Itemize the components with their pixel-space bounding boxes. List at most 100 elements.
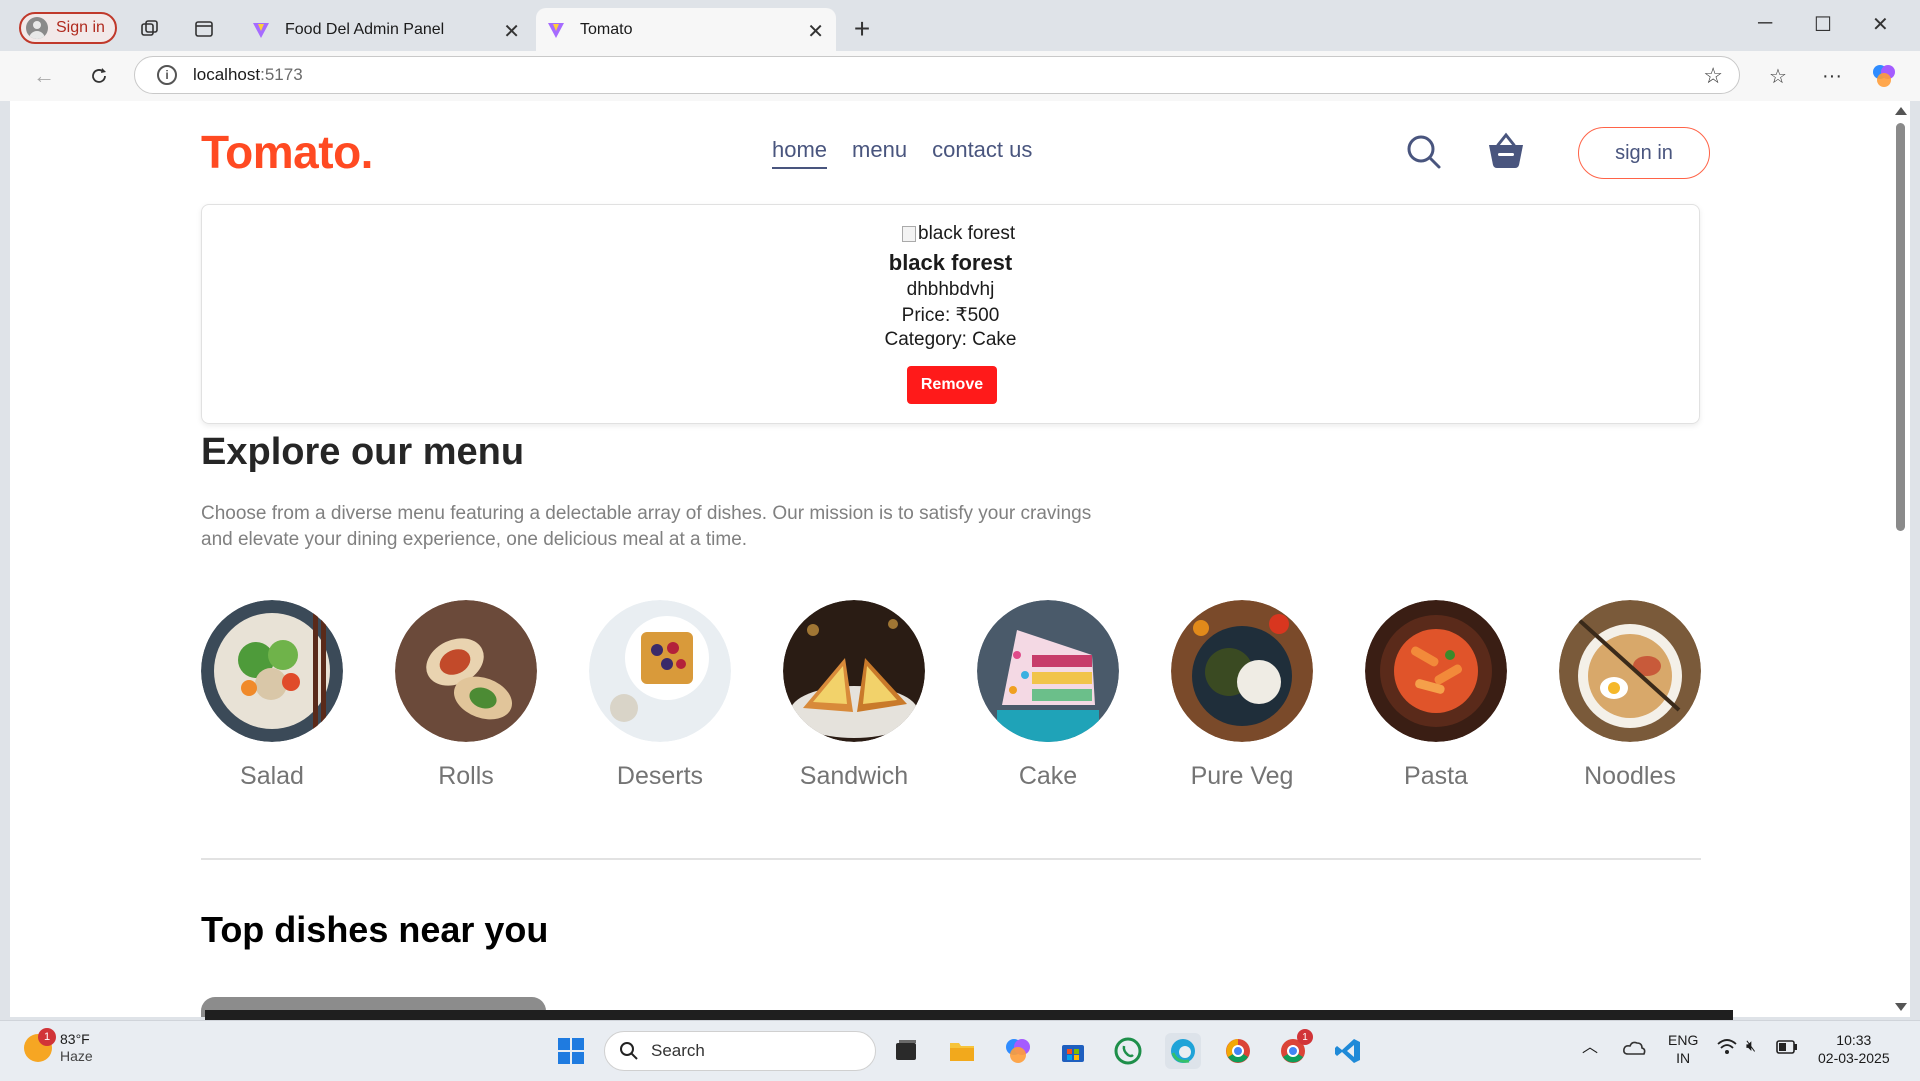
tab-actions-icon[interactable] xyxy=(190,15,218,43)
address-bar[interactable]: i localhost:5173 ☆ xyxy=(134,56,1740,94)
windows-start-icon[interactable] xyxy=(553,1033,589,1069)
menu-item-sandwich[interactable]: Sandwich xyxy=(783,600,925,791)
menu-item-label: Deserts xyxy=(616,762,704,790)
explore-description: Choose from a diverse menu featuring a d… xyxy=(201,503,1092,550)
weather-widget[interactable]: 1 83°F Haze xyxy=(24,1028,93,1065)
vite-favicon-icon xyxy=(253,22,269,38)
menu-item-label: Salad xyxy=(240,762,304,790)
reload-icon[interactable] xyxy=(85,62,113,90)
copilot-taskbar-icon[interactable] xyxy=(1000,1033,1036,1069)
cake-image xyxy=(977,600,1119,742)
url-host: localhost xyxy=(193,65,261,84)
menu-item-label: Noodles xyxy=(1584,762,1676,790)
volume-muted-icon[interactable]: 🔇︎ xyxy=(1746,1038,1756,1056)
whatsapp-icon[interactable] xyxy=(1110,1033,1146,1069)
nav-link-home[interactable]: home xyxy=(772,137,828,169)
back-icon[interactable]: ← xyxy=(30,62,58,90)
chrome-badge: 1 xyxy=(1297,1029,1313,1045)
noodles-image xyxy=(1559,600,1701,742)
menu-item-salad[interactable]: Salad xyxy=(201,600,343,791)
vscode-icon[interactable] xyxy=(1330,1033,1366,1069)
clock-time: 10:33 xyxy=(1836,1032,1872,1048)
menu-item-label: Rolls xyxy=(438,762,494,790)
store-icon[interactable] xyxy=(1055,1033,1091,1069)
site-info-icon[interactable]: i xyxy=(157,65,177,85)
food-price: Price: ₹500 xyxy=(901,305,1000,326)
onedrive-icon[interactable] xyxy=(1622,1039,1646,1061)
background-editor-statusbar xyxy=(205,1010,1733,1020)
close-tab-icon[interactable]: ✕ xyxy=(807,19,824,44)
menu-item-label: Cake xyxy=(1018,762,1078,790)
profile-signin-button[interactable]: Sign in xyxy=(19,12,117,44)
food-category: Category: Cake xyxy=(884,329,1017,350)
wifi-icon[interactable] xyxy=(1716,1038,1738,1059)
menu-item-noodles[interactable]: Noodles xyxy=(1559,600,1701,791)
task-view-icon[interactable] xyxy=(888,1033,924,1069)
food-name: black forest xyxy=(888,250,1013,275)
language-indicator[interactable]: ENG IN xyxy=(1668,1031,1698,1067)
menu-item-rolls[interactable]: Rolls xyxy=(395,600,537,791)
clock[interactable]: 10:33 02-03-2025 xyxy=(1818,1031,1890,1067)
close-tab-icon[interactable]: ✕ xyxy=(503,19,520,44)
favorite-star-icon[interactable]: ☆ xyxy=(1703,63,1723,89)
food-image: black forest xyxy=(902,223,1015,245)
maximize-icon[interactable]: ☐ xyxy=(1814,12,1832,37)
broken-image-icon xyxy=(902,226,916,242)
chrome-icon[interactable] xyxy=(1220,1033,1256,1069)
tray-overflow-icon[interactable]: ︿ xyxy=(1582,1039,1598,1057)
windows-taskbar: 1 83°F Haze Search 1 ︿ ENG IN 🔇︎ 10:33 0… xyxy=(0,1020,1920,1081)
copilot-icon[interactable] xyxy=(1870,62,1898,90)
salad-image xyxy=(201,600,343,742)
scroll-down-icon[interactable] xyxy=(1895,1003,1907,1011)
scroll-thumb[interactable] xyxy=(1896,123,1905,531)
nav-link-contact[interactable]: contact us xyxy=(932,137,1032,169)
menu-item-cake[interactable]: Cake xyxy=(977,600,1119,791)
menu-item-label: Pure Veg xyxy=(1190,762,1294,790)
menu-item-label: Pasta xyxy=(1404,762,1468,790)
lang-line-1: ENG xyxy=(1668,1032,1699,1048)
site-navbar: Tomato. home menu contact us sign in xyxy=(201,123,1710,183)
url-port: :5173 xyxy=(260,65,303,84)
page-viewport: Tomato. home menu contact us sign in bla… xyxy=(10,101,1910,1017)
signin-button[interactable]: sign in xyxy=(1578,127,1710,179)
menu-item-pasta[interactable]: Pasta xyxy=(1365,600,1507,791)
section-divider xyxy=(201,858,1701,860)
edge-icon[interactable] xyxy=(1165,1033,1201,1069)
minimize-icon[interactable]: ─ xyxy=(1758,12,1772,35)
browser-tab-bar: Sign in Food Del Admin Panel ✕ Tomato ✕ … xyxy=(0,0,1920,51)
lang-line-2: IN xyxy=(1676,1050,1691,1066)
scroll-up-icon[interactable] xyxy=(1895,107,1907,115)
chrome-profile-icon[interactable]: 1 xyxy=(1275,1029,1313,1069)
explore-title: Explore our menu xyxy=(201,431,525,473)
file-explorer-icon[interactable] xyxy=(944,1033,980,1069)
page-scrollbar[interactable] xyxy=(1890,101,1910,1017)
menu-item-label: Sandwich xyxy=(799,762,909,790)
top-dishes-title: Top dishes near you xyxy=(201,909,549,950)
menu-item-deserts[interactable]: Deserts xyxy=(589,600,731,791)
browser-toolbar: ← i localhost:5173 ☆ ☆ ··· xyxy=(0,51,1920,101)
taskbar-search-label: Search xyxy=(651,1041,705,1060)
clock-date: 02-03-2025 xyxy=(1818,1050,1890,1066)
basket-icon[interactable] xyxy=(1486,131,1526,176)
tab-title: Food Del Admin Panel xyxy=(285,20,445,38)
site-logo[interactable]: Tomato. xyxy=(201,125,373,179)
remove-button[interactable]: Remove xyxy=(907,366,997,404)
taskbar-search[interactable]: Search xyxy=(604,1031,876,1071)
search-icon[interactable] xyxy=(1405,133,1443,176)
menu-item-pure-veg[interactable]: Pure Veg xyxy=(1171,600,1313,791)
pure-veg-image xyxy=(1171,600,1313,742)
battery-icon[interactable] xyxy=(1776,1040,1798,1058)
profile-signin-label: Sign in xyxy=(56,19,105,36)
favorites-icon[interactable]: ☆ xyxy=(1764,62,1792,90)
search-icon xyxy=(620,1042,638,1060)
deserts-image xyxy=(589,600,731,742)
tab-food-del-admin[interactable]: Food Del Admin Panel ✕ xyxy=(237,8,532,51)
rolls-image xyxy=(395,600,537,742)
tab-tomato[interactable]: Tomato ✕ xyxy=(536,8,836,51)
nav-link-menu[interactable]: menu xyxy=(852,137,907,169)
new-tab-icon[interactable]: + xyxy=(848,13,876,44)
food-image-alt: black forest xyxy=(918,223,1016,244)
close-window-icon[interactable]: ✕ xyxy=(1872,12,1889,37)
workspaces-icon[interactable] xyxy=(136,15,164,43)
more-menu-icon[interactable]: ··· xyxy=(1818,62,1846,90)
